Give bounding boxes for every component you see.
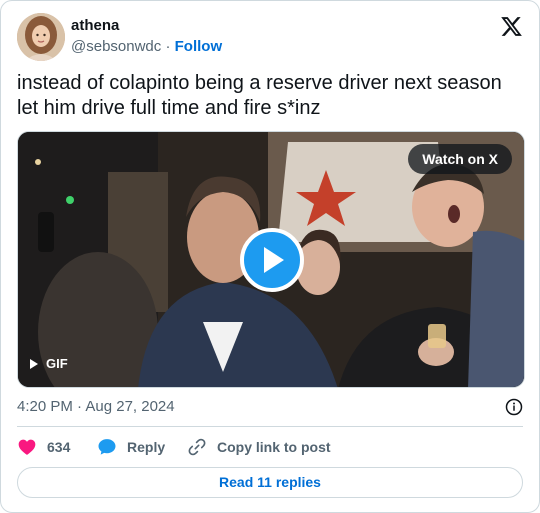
info-icon[interactable] [505,398,523,416]
handle[interactable]: @sebsonwdc [71,38,161,55]
heart-icon [18,439,36,455]
link-icon [188,438,206,456]
separator: · [165,38,171,55]
reply-button[interactable]: Reply [97,435,165,459]
gif-badge: GIF [30,353,68,375]
post-text: instead of colapinto being a reserve dri… [17,72,502,119]
reply-label: Reply [127,439,166,455]
play-button[interactable] [240,228,304,292]
like-button[interactable]: 634 [17,435,70,459]
avatar[interactable] [17,13,65,61]
copy-link-label: Copy link to post [217,439,331,455]
media-gif[interactable]: Watch on X GIF [17,131,525,388]
watch-on-x-button[interactable]: Watch on X [408,144,512,174]
like-count: 634 [47,439,71,455]
gif-label: GIF [46,356,68,371]
copy-link-button[interactable]: Copy link to post [187,435,331,459]
display-name[interactable]: athena [71,17,222,35]
play-icon [264,247,284,273]
gif-play-icon [30,359,38,369]
action-bar: 634 Reply Copy link to post [17,435,523,459]
handle-row: @sebsonwdc · Follow [71,37,222,57]
divider [17,426,523,427]
post-meta: 4:20 PM · Aug 27, 2024 [17,397,523,417]
speech-bubble-icon [98,439,116,455]
follow-button[interactable]: Follow [175,38,223,55]
post-header: athena @sebsonwdc · Follow [17,13,523,61]
x-logo-icon[interactable] [500,15,523,38]
timestamp[interactable]: 4:20 PM · Aug 27, 2024 [17,398,175,415]
embedded-post-card: athena @sebsonwdc · Follow instead of co… [0,0,540,513]
user-info: athena @sebsonwdc · Follow [71,17,222,57]
read-replies-button[interactable]: Read 11 replies [17,467,523,498]
